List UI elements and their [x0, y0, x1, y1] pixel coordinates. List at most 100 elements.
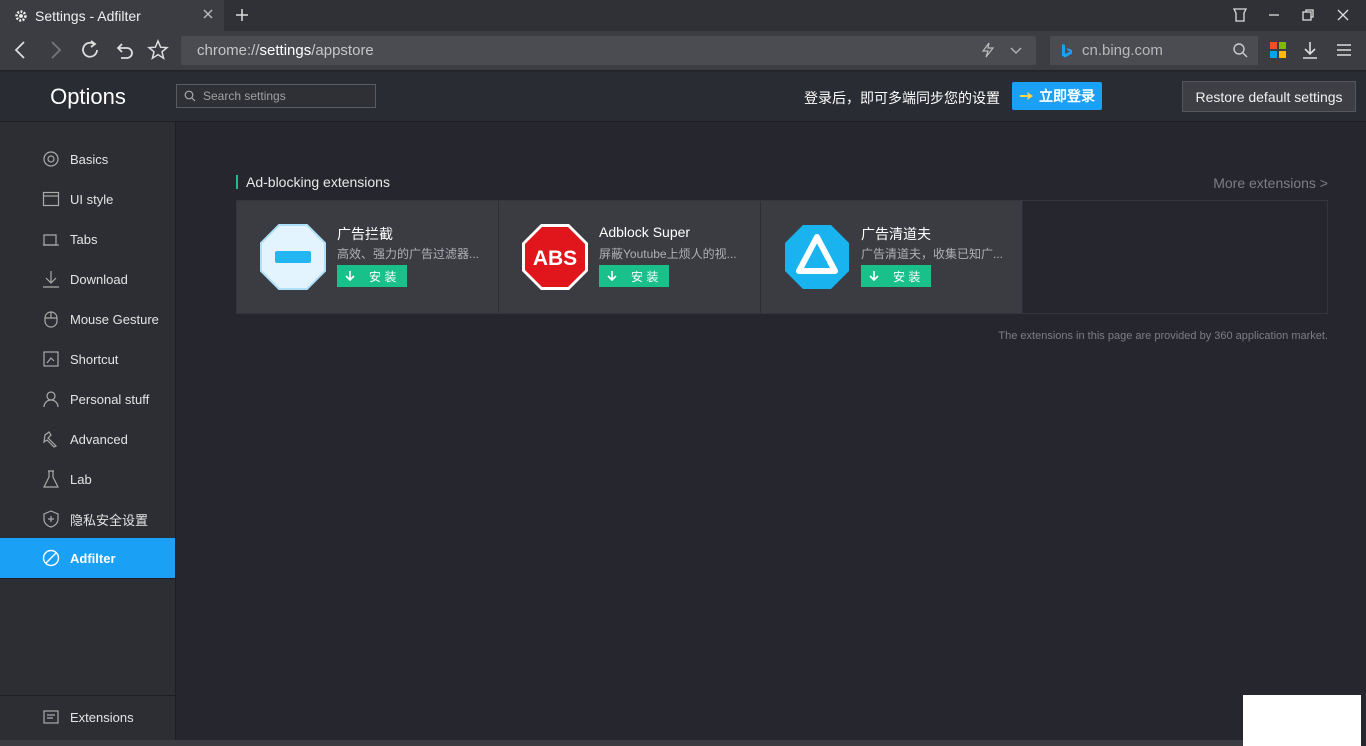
- sidebar-divider: [0, 695, 175, 696]
- pointing-hand-icon: [1020, 92, 1033, 100]
- minimize-icon[interactable]: [1265, 6, 1283, 24]
- undo-close-icon[interactable]: [113, 39, 135, 61]
- restore-default-button[interactable]: Restore default settings: [1182, 81, 1356, 112]
- close-window-icon[interactable]: [1334, 6, 1352, 24]
- forward-icon[interactable]: [44, 39, 66, 61]
- sidebar-item-label: Shortcut: [70, 351, 119, 367]
- arrow-down-icon: [869, 271, 879, 282]
- section-title-text: Ad-blocking extensions: [246, 174, 390, 190]
- new-tab-icon[interactable]: [232, 5, 252, 25]
- install-button[interactable]: 安 装: [337, 265, 407, 287]
- sync-prompt: 登录后，即可多端同步您的设置: [804, 90, 1000, 106]
- sidebar-item-label: Basics: [70, 151, 109, 167]
- menu-icon[interactable]: [1333, 39, 1355, 61]
- sidebar-item-shortcut[interactable]: Shortcut: [0, 339, 175, 379]
- login-button[interactable]: 立即登录: [1012, 82, 1102, 110]
- chevron-down-icon[interactable]: [1008, 42, 1024, 58]
- flask-icon: [43, 470, 59, 488]
- sidebar-item-personal-stuff[interactable]: Personal stuff: [0, 379, 175, 419]
- gear-icon: [15, 9, 27, 22]
- url-path: /appstore: [311, 42, 374, 59]
- search-icon[interactable]: [1232, 42, 1248, 58]
- tab-title: Settings - Adfilter: [35, 7, 141, 24]
- sidebar-item-basics[interactable]: Basics: [0, 139, 175, 179]
- shield-icon: [43, 510, 59, 528]
- download-icon: [43, 271, 59, 288]
- block-icon: [42, 549, 60, 567]
- sidebar-item-mouse-gesture[interactable]: Mouse Gesture: [0, 299, 175, 339]
- sidebar-item-label: Advanced: [70, 431, 128, 447]
- install-button[interactable]: 安 装: [599, 265, 669, 287]
- sidebar-divider: [0, 578, 175, 579]
- section-accent-bar: [236, 175, 238, 189]
- shortcut-icon: [43, 351, 59, 367]
- tab-icon: [43, 234, 59, 246]
- url-prefix: chrome://: [197, 42, 260, 59]
- extension-card[interactable]: ABS Adblock Super 屏蔽Youtube上烦人的视... 安 装: [499, 201, 761, 313]
- sidebar-item-lab[interactable]: Lab: [0, 459, 175, 499]
- sidebar-item-advanced[interactable]: Advanced: [0, 419, 175, 459]
- install-label: 安 装: [893, 269, 921, 284]
- extension-grid: 广告拦截 高效、强力的广告过滤器... 安 装 ABS Adblock Supe…: [236, 200, 1328, 314]
- wrench-icon: [43, 431, 58, 448]
- abs-stop-sign-icon: ABS: [522, 224, 588, 290]
- bookmark-star-icon[interactable]: [147, 39, 169, 61]
- download-manager-icon[interactable]: [1299, 39, 1321, 61]
- skin-icon[interactable]: [1231, 6, 1249, 24]
- sidebar-item-label: Lab: [70, 471, 92, 487]
- url-host: settings: [259, 42, 312, 59]
- arrow-down-icon: [607, 271, 617, 282]
- section-title: Ad-blocking extensions: [236, 172, 390, 192]
- sidebar-item-label: Mouse Gesture: [70, 311, 159, 327]
- install-button[interactable]: 安 装: [861, 265, 931, 287]
- close-tab-icon[interactable]: [200, 6, 216, 22]
- sidebar-item-label: Download: [70, 271, 128, 287]
- options-header: Options Search settings 登录后，即可多端同步您的设置 立…: [0, 72, 1366, 122]
- apps-grid-icon[interactable]: [1267, 39, 1289, 61]
- settings-search-input[interactable]: Search settings: [176, 84, 376, 108]
- target-icon: [43, 151, 59, 167]
- install-label: 安 装: [369, 269, 397, 284]
- login-label: 立即登录: [1039, 88, 1095, 104]
- search-engine-label: cn.bing.com: [1082, 42, 1163, 59]
- sidebar-item-label: Extensions: [70, 709, 134, 725]
- sidebar-item-label: Personal stuff: [70, 391, 150, 407]
- provider-footnote: The extensions in this page are provided…: [998, 330, 1328, 342]
- restore-window-icon[interactable]: [1299, 6, 1317, 24]
- toolbar: chrome://settings/appstore cn.bing.com: [0, 31, 1366, 71]
- reload-icon[interactable]: [79, 39, 101, 61]
- sidebar-item-tabs[interactable]: Tabs: [0, 219, 175, 259]
- sidebar: Basics UI style Tabs Download Mouse Gest…: [0, 122, 176, 746]
- sidebar-item-extensions[interactable]: Extensions: [0, 697, 175, 737]
- person-icon: [43, 391, 59, 408]
- speed-mode-icon[interactable]: [980, 42, 996, 58]
- install-label: 安 装: [631, 269, 659, 284]
- tab-settings[interactable]: Settings - Adfilter: [0, 0, 224, 31]
- search-icon: [184, 90, 196, 102]
- sidebar-item-label: 隐私安全设置: [70, 512, 149, 528]
- sidebar-item-adfilter[interactable]: Adfilter: [0, 538, 175, 578]
- sidebar-item-label: Tabs: [70, 231, 98, 247]
- page-title: Options: [50, 84, 126, 109]
- taskbar-strip: [0, 740, 1243, 746]
- sidebar-item-label: UI style: [70, 191, 114, 207]
- extension-name: Adblock Super: [599, 224, 691, 240]
- triangle-logo-icon: [785, 225, 849, 289]
- search-placeholder: Search settings: [203, 89, 286, 103]
- sidebar-item-privacy[interactable]: 隐私安全设置: [0, 499, 175, 539]
- extensions-icon: [43, 710, 59, 724]
- extension-name: 广告清道夫: [861, 226, 931, 242]
- sidebar-item-download[interactable]: Download: [0, 259, 175, 299]
- more-extensions-link[interactable]: More extensions >: [1213, 175, 1328, 191]
- extension-card[interactable]: 广告清道夫 广告清道夫，收集已知广... 安 装: [761, 201, 1023, 313]
- extension-desc: 屏蔽Youtube上烦人的视...: [599, 247, 737, 261]
- search-engine-box[interactable]: cn.bing.com: [1050, 36, 1258, 65]
- sidebar-item-label: Adfilter: [70, 550, 116, 566]
- back-icon[interactable]: [10, 39, 32, 61]
- sidebar-item-ui-style[interactable]: UI style: [0, 179, 175, 219]
- title-bar: Settings - Adfilter: [0, 0, 1366, 31]
- window-icon: [42, 191, 60, 207]
- extension-card[interactable]: 广告拦截 高效、强力的广告过滤器... 安 装: [237, 201, 499, 313]
- address-bar[interactable]: chrome://settings/appstore: [181, 36, 1036, 65]
- blank-panel: [1243, 695, 1361, 746]
